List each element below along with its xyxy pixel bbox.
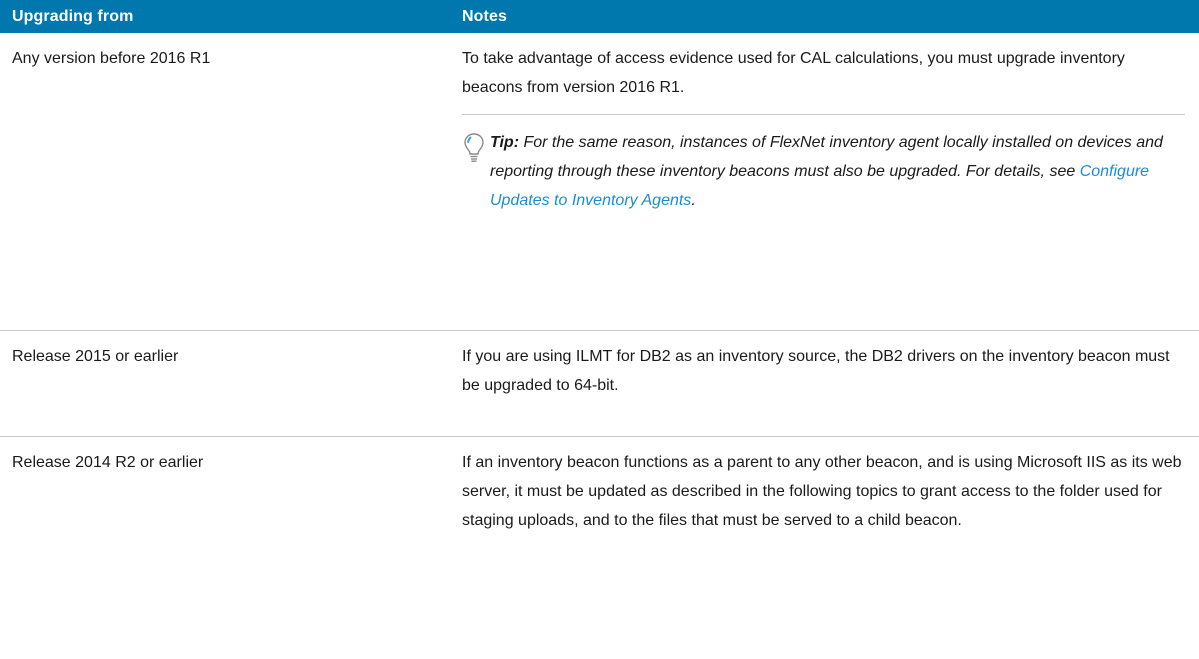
table-row: Any version before 2016 R1 To take advan…: [0, 33, 1199, 331]
note-text: If an inventory beacon functions as a pa…: [462, 454, 1182, 529]
upgrading-from-cell: Release 2015 or earlier: [0, 330, 450, 437]
note-text: To take advantage of access evidence use…: [462, 50, 1125, 96]
notes-cell: To take advantage of access evidence use…: [450, 33, 1199, 331]
tip-body-text: For the same reason, instances of FlexNe…: [490, 134, 1163, 180]
header-notes: Notes: [450, 0, 1199, 33]
upgrade-notes-table: Upgrading from Notes Any version before …: [0, 0, 1199, 598]
notes-cell: If you are using ILMT for DB2 as an inve…: [450, 330, 1199, 437]
tip-callout: Tip: For the same reason, instances of F…: [462, 114, 1185, 215]
upgrading-from-cell: Any version before 2016 R1: [0, 33, 450, 331]
notes-cell: If an inventory beacon functions as a pa…: [450, 437, 1199, 599]
header-upgrading-from: Upgrading from: [0, 0, 450, 33]
note-text: If you are using ILMT for DB2 as an inve…: [462, 348, 1170, 394]
tip-label: Tip:: [490, 134, 520, 151]
lightbulb-icon: [464, 133, 484, 162]
table-row: Release 2014 R2 or earlier If an invento…: [0, 437, 1199, 599]
tip-period: .: [691, 192, 696, 209]
table-row: Release 2015 or earlier If you are using…: [0, 330, 1199, 437]
upgrading-from-cell: Release 2014 R2 or earlier: [12, 454, 204, 471]
table-header-row: Upgrading from Notes: [0, 0, 1199, 33]
tip-text: Tip: For the same reason, instances of F…: [462, 128, 1185, 215]
